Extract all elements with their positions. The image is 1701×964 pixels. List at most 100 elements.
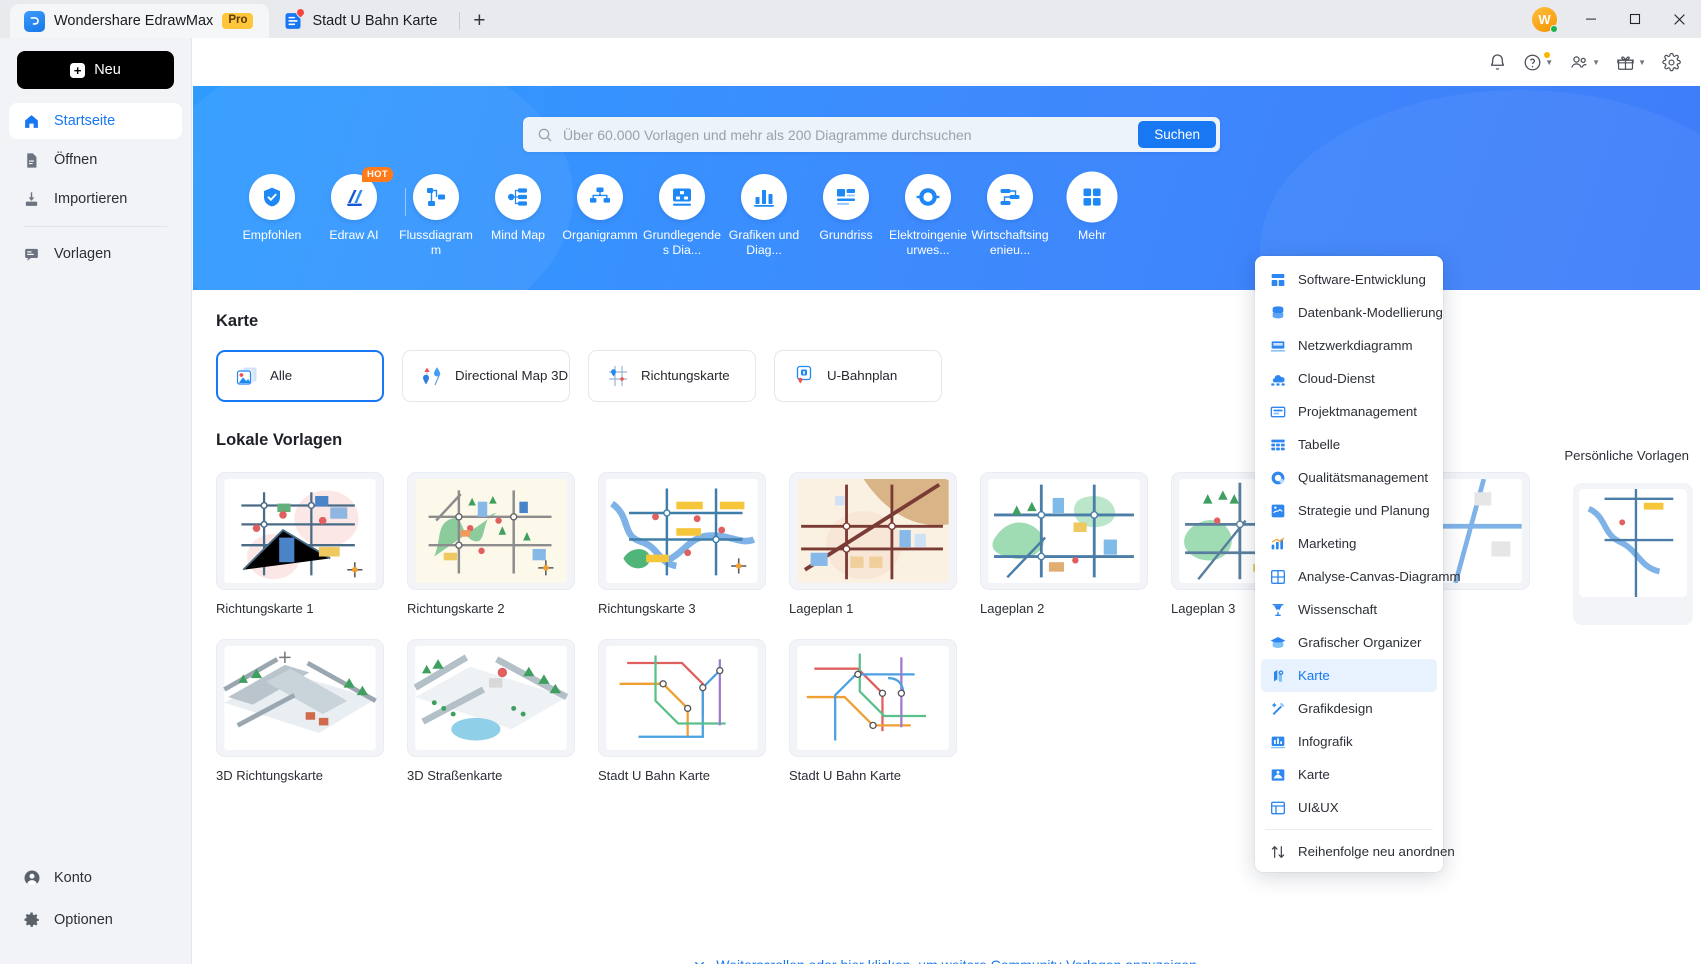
- sort-arrows-icon: [1269, 843, 1286, 860]
- tab-document-stadt-u-bahn-karte[interactable]: Stadt U Bahn Karte: [269, 4, 453, 38]
- sidebar-item-label: Importieren: [54, 191, 128, 207]
- avatar[interactable]: W: [1532, 6, 1558, 33]
- menu-item-infografik[interactable]: Infografik: [1255, 725, 1443, 758]
- menu-item-qualitatsmanagement[interactable]: Qualitätsmanagement: [1255, 461, 1443, 494]
- sidebar-item-konto[interactable]: Konto: [9, 860, 183, 896]
- load-more-community-templates-link[interactable]: Weiterscrollen oder hier klicken, um wei…: [192, 957, 1701, 964]
- template-thumbnail: [598, 639, 766, 757]
- filter-u-bahnplan[interactable]: U-Bahnplan: [774, 350, 942, 402]
- template-card[interactable]: [1573, 483, 1693, 625]
- menu-item-datenbank-modellierung[interactable]: Datenbank-Modellierung: [1255, 296, 1443, 329]
- menu-item-label: Infografik: [1298, 734, 1353, 749]
- mindmap-icon: [495, 174, 541, 220]
- sidebar-item-startseite[interactable]: Startseite: [9, 103, 182, 139]
- category-mind-map[interactable]: Mind Map: [477, 174, 559, 243]
- menu-item-karte-2[interactable]: Karte: [1255, 758, 1443, 791]
- category-label: Empfohlen: [242, 228, 302, 242]
- graphic-organizer-icon: [1269, 634, 1286, 651]
- category-mehr[interactable]: Mehr: [1051, 174, 1133, 243]
- map-pin-icon: [1269, 667, 1286, 684]
- menu-item-label: Grafischer Organizer: [1298, 635, 1422, 650]
- category-wirtschaftsingenieurwesen[interactable]: Wirtschaftsingenieu...: [969, 174, 1051, 258]
- template-card[interactable]: Lageplan 2: [980, 472, 1148, 616]
- load-more-label: Weiterscrollen oder hier klicken, um wei…: [716, 957, 1201, 964]
- menu-item-software-entwicklung[interactable]: Software-Entwicklung: [1255, 263, 1443, 296]
- help-circle-icon[interactable]: ▼: [1517, 47, 1559, 77]
- filter-directional-map-3d[interactable]: Directional Map 3D: [402, 350, 570, 402]
- tab-app-home[interactable]: Wondershare EdrawMax Pro: [10, 4, 270, 38]
- menu-item-label: Strategie und Planung: [1298, 503, 1430, 518]
- search-input[interactable]: [563, 126, 1139, 143]
- template-card[interactable]: Richtungskarte 1: [216, 472, 384, 616]
- menu-item-tabelle[interactable]: Tabelle: [1255, 428, 1443, 461]
- menu-item-strategie-und-planung[interactable]: Strategie und Planung: [1255, 494, 1443, 527]
- menu-item-label: Marketing: [1298, 536, 1357, 551]
- category-label: Mehr: [1077, 228, 1107, 242]
- infographic-icon: [1269, 733, 1286, 750]
- category-flussdiagramm[interactable]: Flussdiagramm: [395, 174, 477, 258]
- filter-richtungskarte[interactable]: Richtungskarte: [588, 350, 756, 402]
- bell-icon[interactable]: [1482, 47, 1513, 77]
- search-bar[interactable]: Suchen: [523, 117, 1220, 152]
- category-label: Edraw AI: [329, 228, 379, 242]
- sidebar-item-vorlagen[interactable]: Vorlagen: [9, 236, 182, 272]
- section-title-personliche-vorlagen: Persönliche Vorlagen: [1564, 448, 1689, 463]
- maximize-button[interactable]: [1613, 0, 1657, 38]
- sidebar-item-importieren[interactable]: Importieren: [9, 181, 182, 217]
- close-button[interactable]: [1657, 0, 1701, 38]
- category-organigramm[interactable]: Organigramm: [559, 174, 641, 243]
- new-document-button[interactable]: + Neu: [17, 51, 174, 89]
- menu-item-reihenfolge-neu-anordnen[interactable]: Reihenfolge neu anordnen: [1255, 835, 1455, 868]
- filter-alle[interactable]: Alle: [216, 350, 384, 402]
- category-grundlegendes-diagramm[interactable]: Grundlegendes Dia...: [641, 174, 723, 258]
- search-button[interactable]: Suchen: [1138, 121, 1216, 148]
- template-card[interactable]: 3D Straßenkarte: [407, 639, 575, 783]
- menu-item-karte[interactable]: Karte: [1261, 659, 1437, 692]
- database-icon: [1269, 304, 1286, 321]
- uiux-icon: [1269, 799, 1286, 816]
- sidebar-item-optionen[interactable]: Optionen: [9, 902, 183, 938]
- sidebar-item-label: Konto: [54, 870, 92, 886]
- menu-item-grafikdesign[interactable]: Grafikdesign: [1255, 692, 1443, 725]
- menu-item-label: Netzwerkdiagramm: [1298, 338, 1413, 353]
- marketing-icon: [1269, 535, 1286, 552]
- document-icon: [283, 6, 308, 31]
- gift-icon[interactable]: ▼: [1610, 47, 1652, 77]
- new-tab-button[interactable]: +: [462, 6, 496, 36]
- menu-item-projektmanagement[interactable]: Projektmanagement: [1255, 395, 1443, 428]
- science-icon: [1269, 601, 1286, 618]
- category-grafiken-und-diagramme[interactable]: Grafiken und Diag...: [723, 174, 805, 258]
- top-toolbar: ▼ ▼ ▼: [192, 38, 1701, 86]
- category-edraw-ai[interactable]: HOT Edraw AI: [313, 167, 406, 243]
- menu-item-grafischer-organizer[interactable]: Grafischer Organizer: [1255, 626, 1443, 659]
- template-card[interactable]: Stadt U Bahn Karte: [789, 639, 957, 783]
- filter-label: Alle: [270, 368, 293, 384]
- template-card[interactable]: 3D Richtungskarte: [216, 639, 384, 783]
- templates-icon: [22, 246, 41, 263]
- hero-banner: Suchen Empfohlen HOT Edraw AI Fl: [193, 86, 1700, 290]
- template-thumbnail: [216, 639, 384, 757]
- menu-item-analyse-canvas-diagramm[interactable]: Analyse-Canvas-Diagramm: [1255, 560, 1461, 593]
- menu-item-netzwerkdiagramm[interactable]: Netzwerkdiagramm: [1255, 329, 1443, 362]
- category-elektroingenieurwesen[interactable]: Elektroingenieurwes...: [887, 174, 969, 258]
- menu-item-ui-ux[interactable]: UI&UX: [1255, 791, 1443, 824]
- more-grid-icon: [1069, 174, 1115, 220]
- category-grundriss[interactable]: Grundriss: [805, 174, 887, 243]
- sidebar-item-offnen[interactable]: Öffnen: [9, 142, 182, 178]
- category-empfohlen[interactable]: Empfohlen: [231, 174, 313, 243]
- menu-item-marketing[interactable]: Marketing: [1255, 527, 1443, 560]
- menu-item-wissenschaft[interactable]: Wissenschaft: [1255, 593, 1443, 626]
- filter-label: Directional Map 3D: [455, 368, 569, 384]
- template-card[interactable]: Richtungskarte 3: [598, 472, 766, 616]
- minimize-button[interactable]: [1569, 0, 1613, 38]
- menu-item-label: Cloud-Dienst: [1298, 371, 1375, 386]
- template-card[interactable]: Richtungskarte 2: [407, 472, 575, 616]
- table-icon: [1269, 436, 1286, 453]
- settings-gear-icon[interactable]: [1656, 47, 1687, 77]
- menu-item-cloud-dienst[interactable]: Cloud-Dienst: [1255, 362, 1443, 395]
- template-card[interactable]: Stadt U Bahn Karte: [598, 639, 766, 783]
- template-thumbnail: [407, 639, 575, 757]
- settings-gear-icon: [22, 911, 41, 929]
- team-icon[interactable]: ▼: [1563, 47, 1606, 77]
- template-card[interactable]: Lageplan 1: [789, 472, 957, 616]
